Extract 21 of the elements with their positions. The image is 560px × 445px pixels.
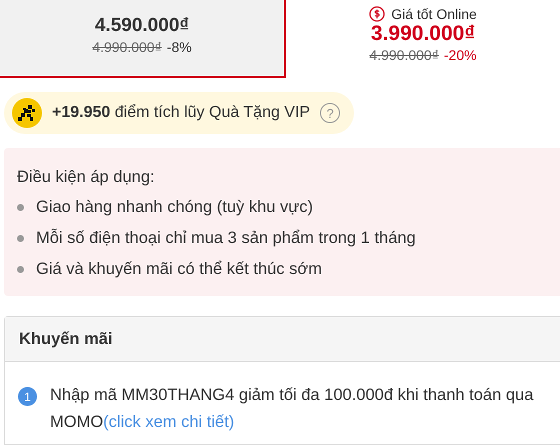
price: 3.990.000₫ — [370, 22, 476, 46]
condition-text: Mỗi số điện thoại chỉ mua 3 sản phẩm trong 1 tháng — [36, 228, 416, 249]
vip-points-text: +19.950 điểm tích lũy Quà Tặng VIP — [52, 104, 310, 122]
runner-icon — [12, 98, 42, 128]
online-label: Giá tốt Online — [391, 6, 477, 22]
old-price: 4.990.000₫ — [92, 38, 162, 56]
conditions-title: Điều kiện áp dụng: — [17, 167, 156, 188]
discount: -8% — [166, 38, 192, 56]
bullet-icon — [17, 204, 24, 210]
price: 4.590.000₫ — [94, 14, 190, 38]
promotion-text: Nhập mã MM30THANG4 giảm tối đa 100.000đ khi thanh toán qua MOMO(click xem chi tiết) — [50, 385, 534, 433]
bullet-icon — [17, 234, 24, 242]
condition-text: Giao hàng nhanh chóng (tuỳ khu vực) — [36, 197, 314, 218]
number-badge: 1 — [18, 387, 37, 406]
dollar-icon — [369, 6, 386, 22]
promotions-title: Khuyến mãi — [19, 330, 113, 348]
condition-text: Giá và khuyến mãi có thể kết thúc sớm — [36, 259, 322, 280]
discount: -20% — [444, 46, 477, 64]
price-option-card[interactable]: 4.590.000₫ 4.990.000₫ -8% — [0, 0, 286, 78]
bullet-icon — [17, 266, 24, 272]
old-price: 4.990.000₫ — [369, 46, 439, 64]
